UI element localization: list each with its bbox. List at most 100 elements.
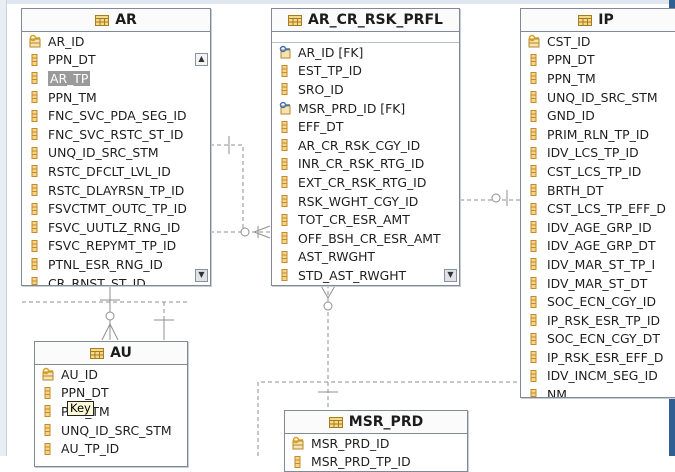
column-icon <box>527 146 541 160</box>
column-icon <box>527 239 541 253</box>
entity-ar-columns: AR_ID PPN_DT AR_TP PPN_TM FNC_SVC_PDA_SEG_ID… <box>22 32 210 285</box>
column-row[interactable]: MSR_PRD_ID [FK] <box>272 99 459 118</box>
column-row[interactable]: BRTH_DT <box>521 181 675 200</box>
column-row[interactable]: IDV_LCS_TP_ID <box>521 144 675 163</box>
column-icon <box>291 455 305 469</box>
key-tooltip: Key <box>67 401 94 416</box>
column-name: IP_RSK_ESR_TP_ID <box>547 312 661 328</box>
column-icon <box>28 109 42 123</box>
column-name: EST_TP_ID <box>298 63 362 79</box>
entity-ar-cr-rsk-prfl[interactable]: AR_CR_RSK_PRFL AR_ID [FK] EST_TP_ID SRO_ID… <box>271 8 460 286</box>
entity-ar-cr-rsk-prfl-header[interactable]: AR_CR_RSK_PRFL <box>272 9 459 32</box>
column-icon <box>527 369 541 383</box>
column-icon <box>527 127 541 141</box>
column-row[interactable]: EST_TP_ID <box>272 62 459 81</box>
column-row[interactable]: AR_CR_RSK_CGY_ID <box>272 136 459 155</box>
column-row[interactable]: RSTC_DLAYRSN_TP_ID <box>22 181 210 200</box>
column-row[interactable]: PTNL_ESR_RNG_ID <box>22 255 210 274</box>
column-row[interactable]: AR_TP <box>22 69 210 88</box>
entity-au[interactable]: AU AU_ID PPN_DTPPN_TMUNQ_ID_SRC_STM AU_TP_… <box>34 341 188 467</box>
column-row[interactable]: FNC_SVC_PDA_SEG_ID <box>22 106 210 125</box>
column-row[interactable]: MSR_PRD_TP_ID <box>285 453 467 471</box>
entity-ar[interactable]: AR AR_ID PPN_DT AR_TP PPN_TM FNC_SVC_PDA_SEG… <box>21 8 211 286</box>
column-name: PPN_DT <box>61 385 109 401</box>
column-name: MSR_PRD_ID <box>311 435 390 451</box>
column-name: PPN_DT <box>547 52 595 68</box>
column-icon <box>28 220 42 234</box>
column-row[interactable]: EXT_CR_RSK_RTG_ID <box>272 173 459 192</box>
column-row[interactable]: IDV_MAR_ST_TP_I <box>521 255 675 274</box>
column-row[interactable]: CST_LCS_TP_EFF_D <box>521 199 675 218</box>
column-icon <box>278 82 292 96</box>
column-row[interactable]: IP_RSK_ESR_TP_ID <box>521 311 675 330</box>
column-row[interactable]: NM <box>521 385 675 397</box>
scroll-down-button[interactable]: ▼ <box>195 269 208 282</box>
column-row[interactable]: RSTC_DFCLT_LVL_ID <box>22 162 210 181</box>
column-name: UNQ_ID_SRC_STM <box>48 145 159 161</box>
column-row[interactable]: IDV_AGE_GRP_ID <box>521 218 675 237</box>
column-row[interactable]: PPN_TM <box>521 69 675 88</box>
column-icon <box>527 295 541 309</box>
column-row[interactable]: AU_TP_ID <box>35 439 187 458</box>
column-row[interactable]: AST_RWGHT <box>272 248 459 267</box>
entity-msr-prd[interactable]: MSR_PRD MSR_PRD_ID MSR_PRD_TP_ID <box>284 410 468 472</box>
column-name: CST_LCS_TP_EFF_D <box>547 201 666 217</box>
table-icon <box>95 14 110 26</box>
scroll-down-button[interactable]: ▼ <box>444 269 457 282</box>
entity-ip-header[interactable]: IP <box>521 9 675 32</box>
column-row[interactable]: UNQ_ID_SRC_STM <box>35 421 187 440</box>
column-row[interactable]: RSK_WGHT_CGY_ID <box>272 192 459 211</box>
column-row[interactable]: AU_ID <box>35 365 187 384</box>
column-row[interactable]: FNC_SVC_RSTC_ST_ID <box>22 125 210 144</box>
column-row[interactable]: MSR_PRD_ID <box>285 434 467 453</box>
column-row[interactable]: PPN_TM <box>22 88 210 107</box>
column-row[interactable]: STD_AST_RWGHT <box>272 266 459 285</box>
column-row[interactable]: SOC_ECN_CGY_DT <box>521 330 675 349</box>
column-row[interactable]: FSVC_REPYMT_TP_ID <box>22 237 210 256</box>
column-name: GND_ID <box>547 108 595 124</box>
column-row[interactable]: PPN_DT <box>521 51 675 70</box>
column-row[interactable]: FSVC_UUTLZ_RNG_ID <box>22 218 210 237</box>
column-row[interactable]: EFF_DT <box>272 117 459 136</box>
column-row[interactable]: OFF_BSH_CR_ESR_AMT <box>272 229 459 248</box>
column-row[interactable]: GND_ID <box>521 106 675 125</box>
column-row[interactable]: CST_ID <box>521 32 675 51</box>
column-row[interactable]: PPN_TM <box>35 402 187 421</box>
column-row[interactable]: INR_CR_RSK_RTG_ID <box>272 155 459 174</box>
column-row[interactable]: AR_ID <box>22 32 210 51</box>
column-row[interactable]: IP_RSK_ESR_EFF_D <box>521 348 675 367</box>
column-name: STD_AST_RWGHT <box>298 267 407 283</box>
entity-msr-prd-header[interactable]: MSR_PRD <box>285 411 467 434</box>
column-row[interactable]: CR_RNST_ST_ID <box>22 274 210 285</box>
scroll-up-button[interactable]: ▲ <box>195 53 208 66</box>
column-row[interactable]: IDV_AGE_GRP_DT <box>521 237 675 256</box>
column-row[interactable]: SRO_ID <box>272 80 459 99</box>
column-name: BRTH_DT <box>547 182 604 198</box>
entity-ip[interactable]: IP CST_ID PPN_DT PPN_TM UNQ_ID_SRC_STM GND_I… <box>520 8 675 398</box>
column-row[interactable]: PRIM_RLN_TP_ID <box>521 125 675 144</box>
entity-ar-header[interactable]: AR <box>22 9 210 32</box>
column-icon <box>527 202 541 216</box>
column-name: AR_ID <box>48 33 85 49</box>
column-row[interactable]: UNQ_ID_SRC_STM <box>22 144 210 163</box>
column-row[interactable]: UNQ_ID_SRC_STM <box>521 88 675 107</box>
column-row[interactable]: PPN_DT <box>22 51 210 70</box>
column-row[interactable]: IDV_MAR_ST_DT <box>521 274 675 293</box>
column-name: IDV_AGE_GRP_DT <box>547 238 656 254</box>
column-name: AR_ID [FK] <box>298 44 364 60</box>
column-row[interactable]: AR_ID [FK] <box>272 43 459 62</box>
foreign-key-column-icon <box>278 101 292 115</box>
column-row[interactable]: PPN_DT <box>35 384 187 403</box>
column-icon <box>28 202 42 216</box>
column-row[interactable]: CST_LCS_TP_ID <box>521 162 675 181</box>
column-name: AR_TP <box>48 70 91 86</box>
entity-au-header[interactable]: AU <box>35 342 187 365</box>
column-icon <box>527 388 541 397</box>
column-row[interactable]: IDV_INCM_SEG_ID <box>521 367 675 386</box>
column-row[interactable]: SOC_ECN_CGY_ID <box>521 292 675 311</box>
ip-optional-circle <box>491 193 501 203</box>
column-row[interactable]: FSVCTMT_OUTC_TP_ID <box>22 199 210 218</box>
column-name: AU_TP_ID <box>61 441 120 457</box>
column-row[interactable]: TOT_CR_ESR_AMT <box>272 210 459 229</box>
column-name: SOC_ECN_CGY_DT <box>547 331 660 347</box>
